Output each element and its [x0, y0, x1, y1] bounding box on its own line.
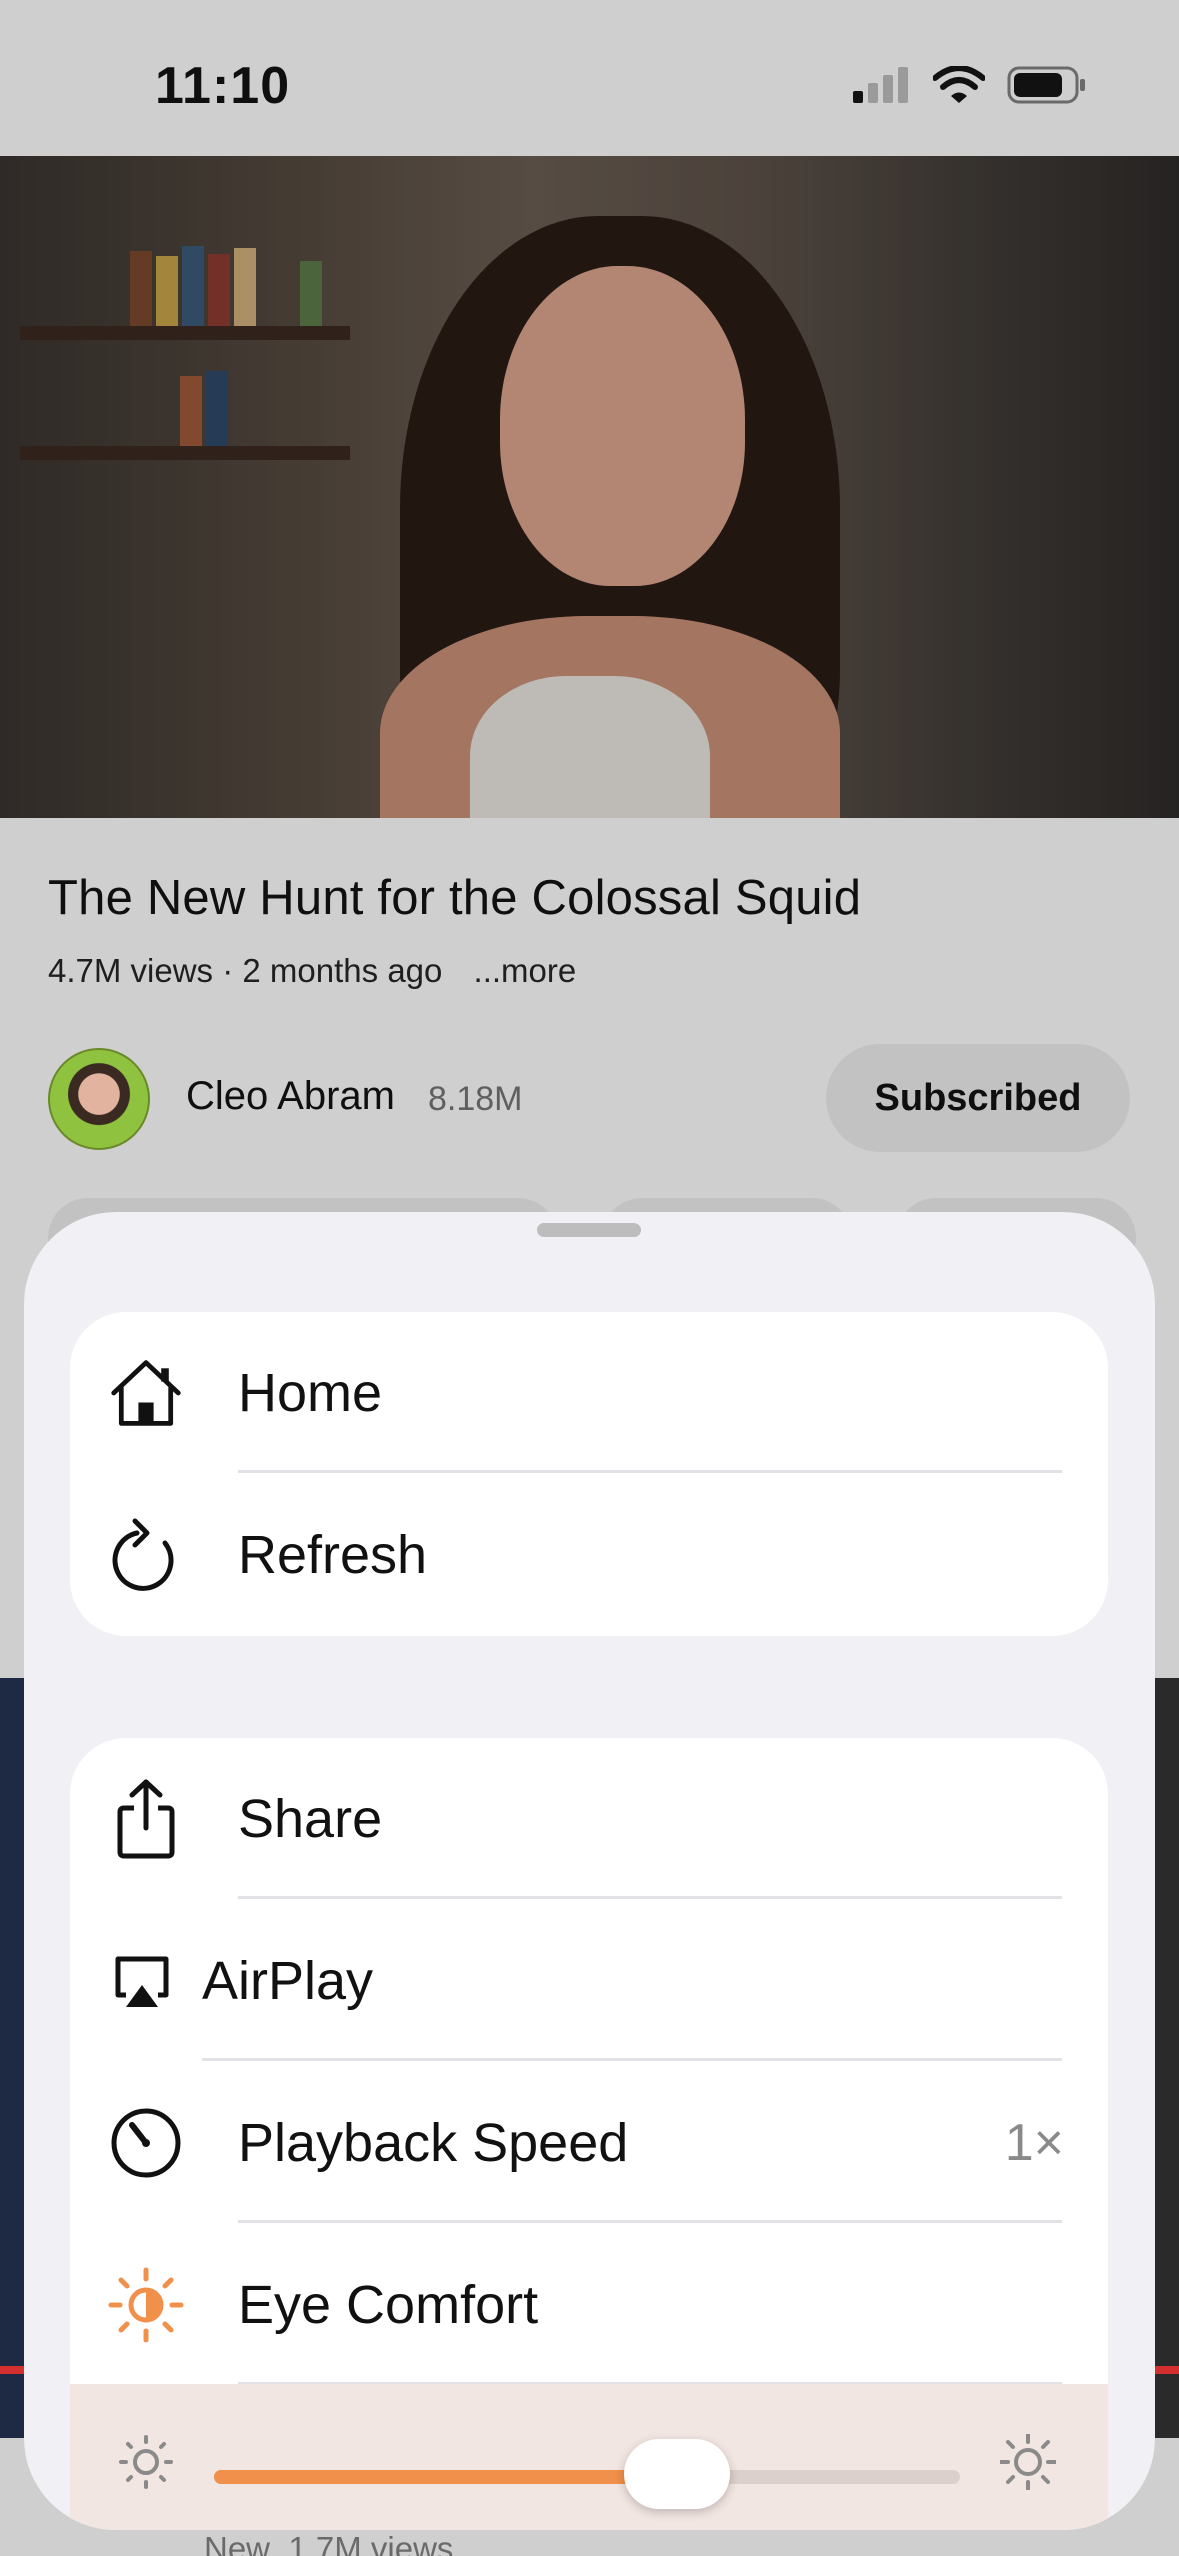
view-count: 4.7M views	[48, 952, 214, 989]
video-dim-overlay	[0, 156, 1179, 818]
menu-divider	[238, 1470, 1062, 1473]
next-video-thumbnail-edge	[1154, 1678, 1179, 2438]
menu-item-label: Share	[238, 1789, 383, 1849]
channel-avatar[interactable]	[48, 1048, 150, 1150]
subscribed-button[interactable]: Subscribed	[826, 1044, 1130, 1152]
menu-item-airplay[interactable]: AirPlay	[70, 1900, 1108, 2062]
menu-item-home[interactable]: Home	[70, 1312, 1108, 1474]
status-time: 11:10	[155, 57, 291, 115]
eye-comfort-icon	[108, 2267, 184, 2343]
menu-item-label: AirPlay	[202, 1951, 374, 2011]
brightness-high-icon	[1000, 2434, 1056, 2490]
menu-divider	[202, 2058, 1062, 2061]
brightness-slider[interactable]	[214, 2470, 960, 2484]
menu-divider	[238, 1896, 1062, 1899]
menu-divider	[238, 2220, 1062, 2223]
home-icon	[108, 1355, 184, 1431]
sheet-grabber[interactable]	[537, 1223, 641, 1237]
refresh-icon	[108, 1517, 184, 1593]
airplay-icon	[110, 1943, 174, 2019]
menu-item-playback-speed[interactable]: Playback Speed 1×	[70, 2062, 1108, 2224]
next-video-meta: New 1.7M views	[204, 2530, 453, 2556]
wifi-icon	[933, 66, 985, 103]
video-meta[interactable]: 4.7M views · 2 months ago ...more	[48, 952, 576, 990]
battery-icon	[1007, 66, 1085, 104]
new-badge: New	[204, 2530, 271, 2556]
menu-item-label: Playback Speed	[238, 2113, 629, 2173]
brightness-low-icon	[119, 2435, 173, 2489]
brightness-slider-fill	[214, 2470, 677, 2484]
channel-name[interactable]: Cleo Abram	[186, 1074, 395, 1119]
subscriber-count: 8.18M	[428, 1080, 523, 1118]
brightness-slider-thumb[interactable]	[623, 2439, 730, 2509]
share-icon	[108, 1779, 184, 1859]
video-player[interactable]	[0, 156, 1179, 818]
meta-separator: ·	[222, 952, 243, 989]
next-video-views: 1.7M views	[288, 2530, 454, 2556]
video-title: The New Hunt for the Colossal Squid	[48, 871, 862, 925]
more-link[interactable]: ...more	[474, 952, 577, 989]
brightness-control	[70, 2384, 1108, 2530]
menu-sheet: Home Refresh Share AirPlay Playback Spee…	[24, 1212, 1155, 2530]
status-icons	[853, 66, 1087, 104]
menu-item-label: Home	[238, 1363, 383, 1423]
menu-item-label: Refresh	[238, 1525, 428, 1585]
menu-item-refresh[interactable]: Refresh	[70, 1474, 1108, 1636]
playback-speed-value: 1×	[1004, 2114, 1064, 2172]
menu-item-eye-comfort[interactable]: Eye Comfort	[70, 2224, 1108, 2386]
speedometer-icon	[108, 2105, 184, 2181]
cellular-signal-icon	[853, 67, 908, 103]
menu-item-share[interactable]: Share	[70, 1738, 1108, 1900]
status-bar: 11:10	[0, 0, 1179, 156]
menu-item-label: Eye Comfort	[238, 2275, 539, 2335]
menu-group-navigation: Home Refresh	[70, 1312, 1108, 1636]
upload-age: 2 months ago	[242, 952, 443, 989]
